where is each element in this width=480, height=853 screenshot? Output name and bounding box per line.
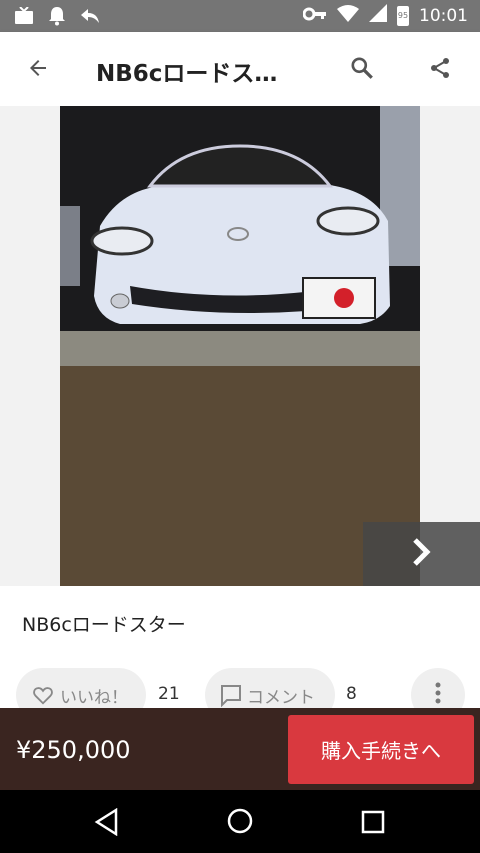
heart-icon	[32, 684, 54, 706]
signal-icon	[369, 4, 387, 27]
item-photo[interactable]	[60, 106, 420, 586]
comment-icon	[219, 683, 243, 707]
price: ¥250,000	[16, 736, 131, 764]
purchase-bar: ¥250,000 購入手続きへ	[0, 708, 480, 790]
like-label: いいね！	[60, 687, 128, 708]
like-count: 21	[158, 684, 180, 704]
home-icon[interactable]	[226, 807, 254, 839]
wifi-icon	[337, 4, 359, 27]
battery-level: 95	[397, 11, 409, 20]
comment-count: 8	[346, 684, 357, 704]
next-photo-button[interactable]	[363, 522, 480, 586]
page-title: NB6cロードス…	[96, 61, 278, 87]
buy-button[interactable]: 購入手続きへ	[288, 715, 474, 784]
navigation-bar	[0, 790, 480, 853]
chevron-right-icon	[410, 538, 434, 570]
reply-icon	[80, 7, 100, 29]
share-button[interactable]	[424, 54, 456, 86]
more-vertical-icon	[435, 682, 441, 709]
search-button[interactable]	[346, 54, 378, 86]
item-title: NB6cロードスター	[22, 614, 186, 636]
app-bar: NB6cロードス…	[0, 32, 480, 106]
bell-icon	[48, 6, 66, 30]
search-icon	[349, 55, 375, 85]
recents-icon[interactable]	[360, 809, 386, 839]
back-nav-icon[interactable]	[94, 807, 120, 840]
share-icon	[428, 56, 452, 84]
photo-carousel[interactable]	[0, 106, 480, 586]
comment-label: コメント	[247, 687, 315, 708]
back-button[interactable]	[22, 54, 54, 86]
tv-icon	[14, 6, 34, 29]
clock: 10:01	[419, 5, 468, 26]
status-bar: 95 10:01	[0, 0, 480, 32]
key-icon	[302, 6, 327, 26]
arrow-left-icon	[26, 56, 50, 84]
battery-icon: 95	[397, 5, 409, 26]
